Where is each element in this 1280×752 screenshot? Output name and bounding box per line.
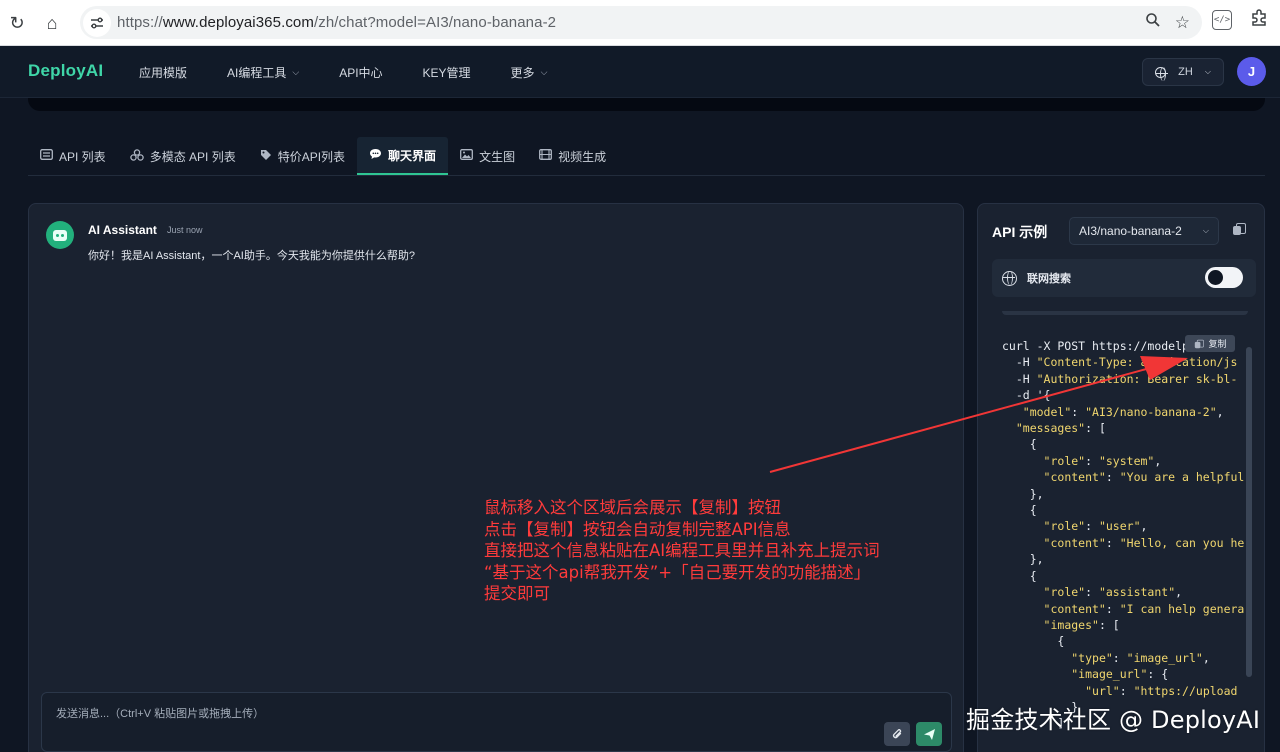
robot-icon bbox=[53, 229, 67, 241]
attach-button[interactable] bbox=[884, 722, 910, 746]
url-text: https://www.deployai365.com/zh/chat?mode… bbox=[117, 14, 557, 31]
home-icon[interactable]: ⌂ bbox=[35, 6, 69, 40]
extensions-puzzle-icon[interactable] bbox=[1250, 8, 1268, 31]
divider bbox=[1002, 311, 1248, 315]
paperclip-icon bbox=[892, 728, 901, 738]
image-icon bbox=[460, 149, 474, 163]
chat-icon bbox=[369, 148, 382, 163]
assistant-name: AI Assistant bbox=[88, 223, 157, 237]
annotation-text: 鼠标移入这个区域后会展示【复制】按钮 点击【复制】按钮会自动复制完整API信息 … bbox=[484, 498, 880, 603]
message-timestamp: Just now bbox=[167, 225, 203, 235]
nav-templates[interactable]: 应用模版 bbox=[139, 64, 187, 81]
zoom-icon[interactable] bbox=[1145, 12, 1161, 33]
list-icon bbox=[40, 149, 53, 163]
copy-icon bbox=[1195, 339, 1205, 348]
web-search-toggle[interactable] bbox=[1205, 267, 1243, 288]
bookmark-star-icon[interactable]: ☆ bbox=[1175, 13, 1190, 33]
web-search-row: 联网搜索 bbox=[992, 259, 1256, 297]
assistant-message: 你好！我是AI Assistant，一个AI助手。今天我能为你提供什么帮助? bbox=[88, 250, 415, 262]
nav-more[interactable]: 更多 ⌵ bbox=[511, 64, 548, 81]
nav-key-management[interactable]: KEY管理 bbox=[423, 64, 471, 81]
chat-panel: AI Assistant Just now 你好！我是AI Assistant，… bbox=[28, 203, 964, 752]
chevron-down-icon: ⌵ bbox=[540, 66, 548, 77]
tab-discount-api-list[interactable]: 特价API列表 bbox=[248, 137, 357, 175]
assistant-avatar bbox=[46, 221, 74, 249]
nav-api-center[interactable]: API中心 bbox=[339, 64, 382, 81]
code-scrollbar[interactable] bbox=[1246, 347, 1252, 677]
send-button[interactable] bbox=[916, 722, 942, 746]
hero-banner-edge bbox=[28, 98, 1265, 111]
api-example-panel: API 示例 AI3/nano-banana-2 ⌵ 联网搜索 curl -X … bbox=[977, 203, 1265, 752]
browser-toolbar: ↻ ⌂ https://www.deployai365.com/zh/chat?… bbox=[0, 0, 1280, 46]
watermark: 掘金技术社区 @ DeployAI bbox=[966, 706, 1261, 734]
chevron-down-icon: ⌵ bbox=[292, 66, 300, 77]
globe-icon bbox=[1002, 270, 1017, 286]
tab-api-list[interactable]: API 列表 bbox=[28, 137, 118, 175]
main-nav: 应用模版 AI编程工具 ⌵ API中心 KEY管理 更多 ⌵ bbox=[139, 46, 587, 98]
address-bar[interactable]: https://www.deployai365.com/zh/chat?mode… bbox=[80, 6, 1202, 39]
copy-icon[interactable] bbox=[1233, 223, 1247, 237]
message-input[interactable] bbox=[42, 693, 951, 751]
nav-ai-coding-tools[interactable]: AI编程工具 ⌵ bbox=[227, 64, 299, 81]
api-panel-title: API 示例 bbox=[992, 224, 1048, 240]
multimodal-icon bbox=[129, 148, 144, 164]
tab-bar: API 列表 多模态 API 列表 特价API列表 聊天界面 文生图 视频生成 bbox=[28, 137, 1265, 176]
site-settings-icon[interactable] bbox=[83, 8, 111, 37]
logo[interactable]: DeployAI bbox=[28, 61, 103, 81]
model-select[interactable]: AI3/nano-banana-2 ⌵ bbox=[1069, 217, 1219, 245]
api-code-block[interactable]: curl -X POST https://modelp -H "Content-… bbox=[978, 330, 1246, 752]
tab-multimodal-api-list[interactable]: 多模态 API 列表 bbox=[118, 137, 248, 175]
language-selector[interactable]: ZH ⌵ bbox=[1142, 58, 1224, 86]
extension-icon[interactable]: </> bbox=[1212, 9, 1232, 30]
user-avatar[interactable]: J bbox=[1237, 57, 1266, 86]
tab-text-to-image[interactable]: 文生图 bbox=[448, 137, 527, 175]
chevron-down-icon: ⌵ bbox=[1202, 226, 1209, 235]
reload-icon[interactable]: ↻ bbox=[0, 6, 34, 40]
copy-code-button[interactable]: 复制 bbox=[1185, 335, 1235, 352]
tag-icon bbox=[260, 149, 272, 164]
chevron-down-icon: ⌵ bbox=[1204, 67, 1211, 76]
globe-icon bbox=[1155, 66, 1169, 81]
web-search-label: 联网搜索 bbox=[1027, 273, 1071, 285]
message-input-container bbox=[41, 692, 952, 752]
video-icon bbox=[539, 149, 553, 163]
tab-chat[interactable]: 聊天界面 bbox=[357, 137, 449, 175]
send-icon bbox=[923, 728, 935, 740]
code-text: curl -X POST https://modelp -H "Content-… bbox=[1002, 339, 1245, 731]
tab-video-generation[interactable]: 视频生成 bbox=[527, 137, 618, 175]
language-label: ZH bbox=[1178, 66, 1193, 78]
site-header: DeployAI 应用模版 AI编程工具 ⌵ API中心 KEY管理 更多 ⌵ ZH… bbox=[0, 46, 1280, 98]
